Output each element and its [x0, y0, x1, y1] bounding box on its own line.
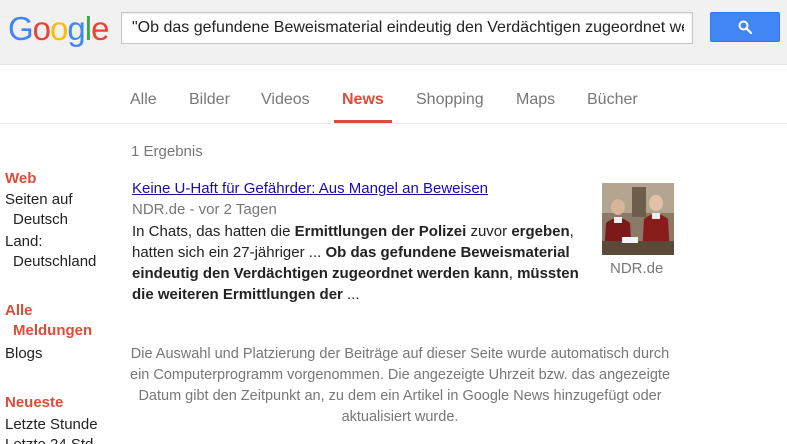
logo-letter: e [91, 10, 109, 47]
page: Google Alle Bilder Videos News Shopping … [0, 0, 787, 444]
sidebar-item-pages-in[interactable]: Seiten auf [5, 189, 73, 210]
result-title-link[interactable]: Keine U-Haft für Gefährder: Aus Mangel a… [132, 180, 488, 197]
google-logo[interactable]: Google [8, 9, 109, 49]
logo-letter: o [32, 10, 51, 47]
tab-maps[interactable]: Maps [516, 91, 555, 109]
search-box [121, 12, 693, 44]
tab-videos[interactable]: Videos [261, 91, 310, 109]
snippet-text: , [508, 265, 518, 282]
result-snippet: In Chats, das hatten die Ermittlungen de… [132, 221, 592, 305]
sidebar-item-blogs[interactable]: Blogs [5, 343, 43, 364]
sidebar-item-country[interactable]: Land: [5, 231, 43, 252]
snippet-text: In Chats, das hatten die [132, 223, 295, 240]
result-source: NDR.de - vor 2 Tagen [132, 201, 277, 218]
search-tabs: Alle Bilder Videos News Shopping Maps Bü… [0, 65, 787, 124]
sidebar-heading-all-news: Meldungen [13, 322, 93, 339]
thumbnail-image [602, 183, 674, 255]
logo-letter: o [50, 10, 68, 47]
snippet-highlight: Ermittlungen der Polizei [294, 223, 467, 240]
sidebar-item-last-24h[interactable]: Letzte 24 Std. [5, 434, 98, 444]
header-bar: Google [0, 0, 787, 65]
snippet-highlight: ergeben [511, 223, 570, 240]
disclaimer-text: Die Auswahl und Platzierung der Beiträge… [130, 346, 671, 425]
search-input[interactable] [122, 13, 692, 43]
tab-shopping[interactable]: Shopping [416, 91, 484, 109]
thumbnail-caption: NDR.de [610, 260, 664, 277]
tab-buecher[interactable]: Bücher [587, 91, 638, 109]
result-thumbnail[interactable] [602, 183, 674, 255]
sidebar-heading-all: Alle [5, 302, 33, 319]
snippet-text: zuvor [466, 223, 512, 240]
sidebar-item-last-hour[interactable]: Letzte Stunde [5, 414, 98, 435]
sidebar-item-country-value[interactable]: Deutschland [5, 251, 96, 272]
search-button[interactable] [710, 12, 780, 42]
logo-letter: G [8, 10, 34, 47]
logo-letter: g [67, 10, 85, 47]
sidebar-heading-newest: Neueste [5, 394, 64, 411]
sidebar-item-pages-in-language[interactable]: Deutsch [5, 209, 68, 230]
sidebar-heading-web: Web [5, 170, 37, 187]
result-count: 1 Ergebnis [131, 143, 203, 160]
active-tab-indicator [334, 120, 392, 123]
snippet-text: ... [342, 286, 360, 303]
tab-bilder[interactable]: Bilder [189, 91, 230, 109]
tab-news[interactable]: News [342, 91, 384, 109]
search-icon [738, 20, 752, 34]
tab-alle[interactable]: Alle [130, 91, 157, 109]
